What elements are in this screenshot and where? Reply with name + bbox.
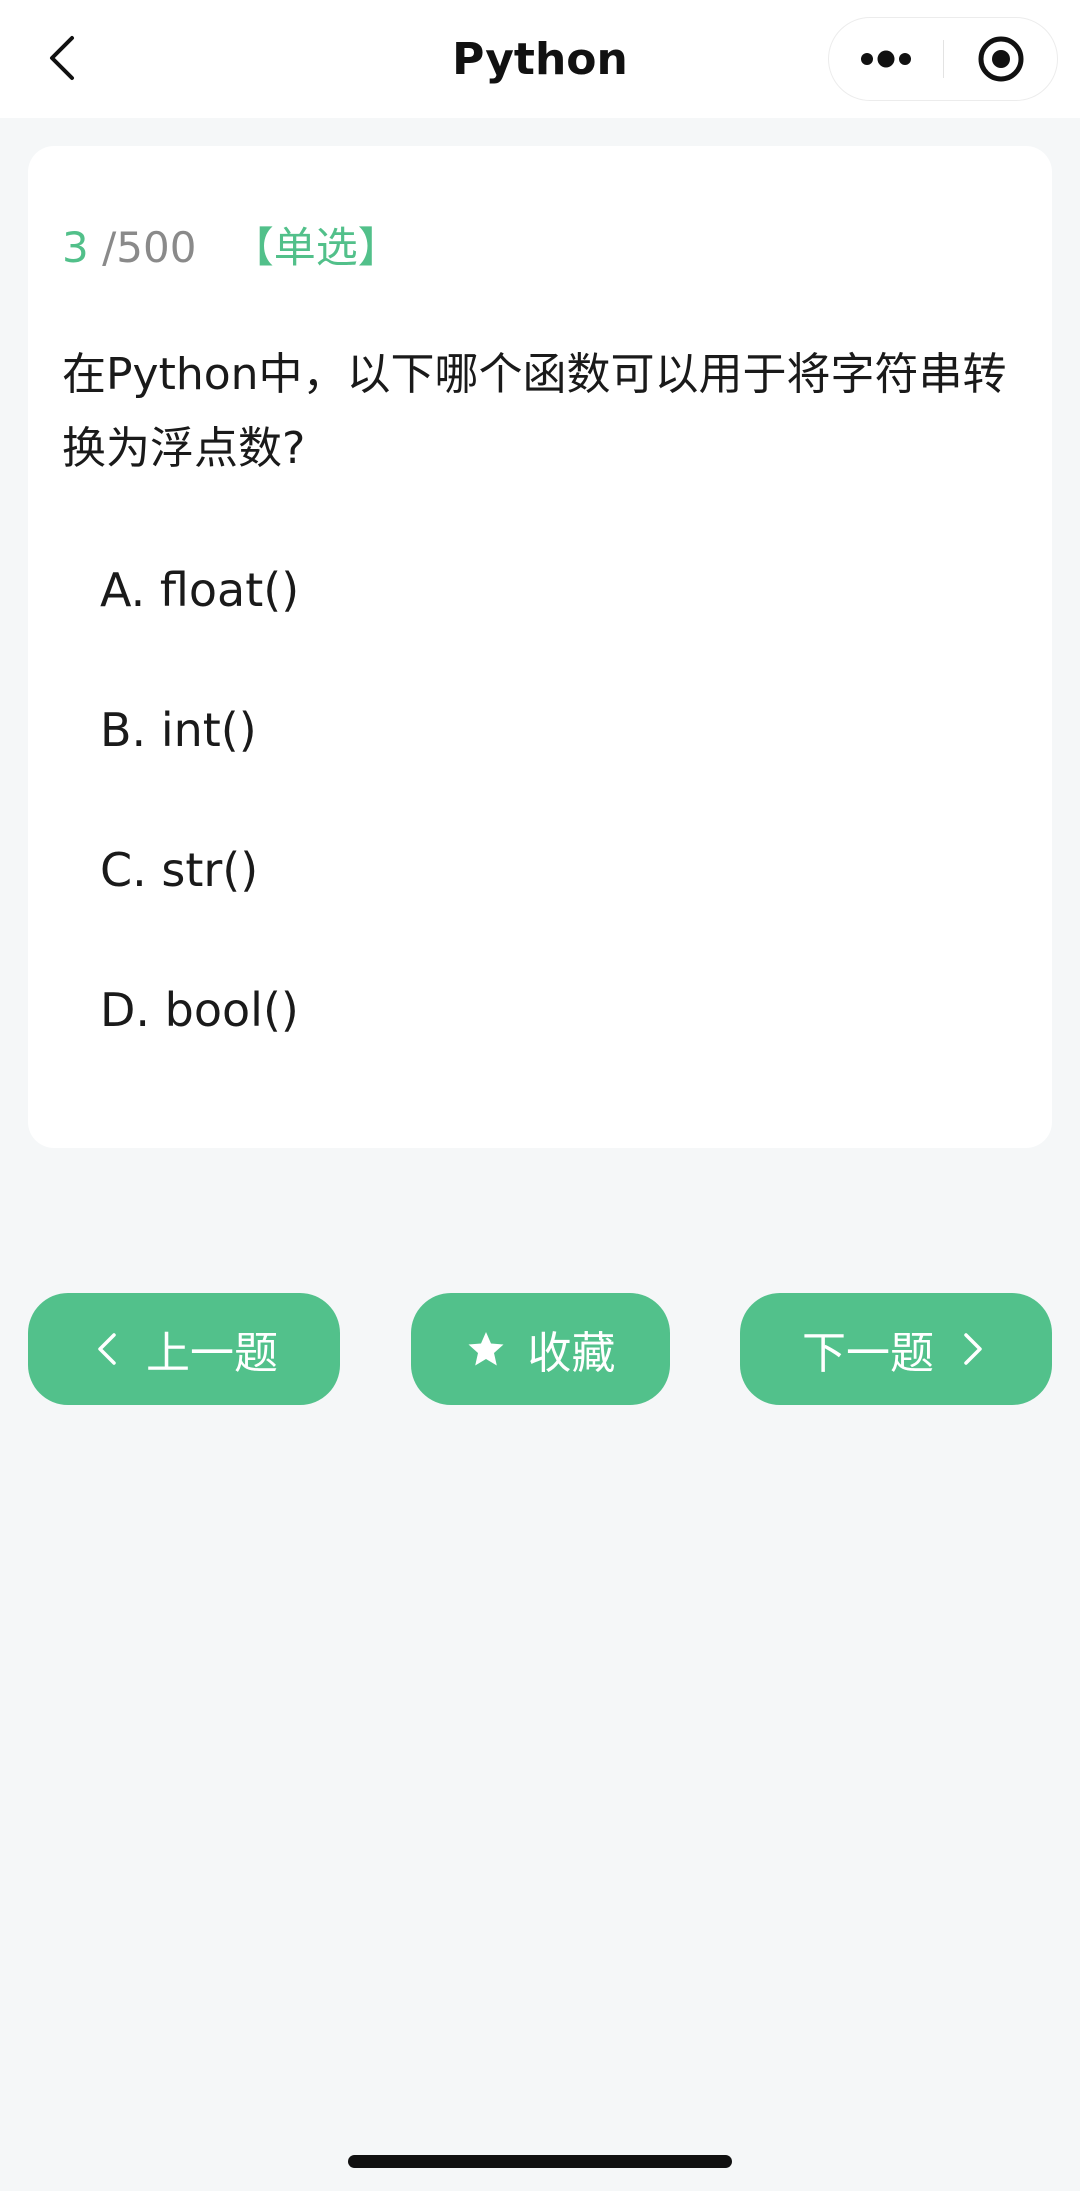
chevron-right-icon: [964, 1333, 982, 1365]
option-b[interactable]: B. int(): [100, 690, 1000, 770]
option-d[interactable]: D. bool(): [100, 970, 1000, 1050]
more-button[interactable]: [829, 18, 943, 100]
option-c[interactable]: C. str(): [100, 830, 1000, 910]
next-question-button[interactable]: 下一题: [740, 1293, 1052, 1405]
favorite-label: 收藏: [527, 1328, 616, 1379]
star-icon: [468, 1332, 503, 1366]
option-text: str(): [161, 843, 259, 897]
chevron-left-icon: [98, 1333, 116, 1365]
more-dots-icon: [861, 50, 911, 68]
option-text: int(): [160, 703, 257, 757]
home-indicator: [348, 2155, 732, 2168]
mini-program-capsule: [828, 17, 1058, 101]
option-letter: A.: [100, 563, 146, 617]
current-question-number: 3: [62, 223, 89, 272]
option-letter: C.: [100, 843, 147, 897]
previous-question-label: 上一题: [146, 1328, 278, 1379]
question-type-badge: 【单选】: [231, 223, 400, 272]
favorite-button[interactable]: 收藏: [411, 1293, 670, 1405]
question-progress: 3 /500 【单选】: [62, 218, 400, 278]
option-text: float(): [159, 563, 300, 617]
option-letter: B.: [100, 703, 147, 757]
option-text: bool(): [164, 983, 299, 1037]
target-circle-icon: [978, 36, 1024, 82]
option-a[interactable]: A. float(): [100, 550, 1000, 630]
option-letter: D.: [100, 983, 151, 1037]
total-question-count: /500: [102, 223, 197, 272]
close-button[interactable]: [944, 18, 1058, 100]
navigation-bar: Python: [0, 0, 1080, 118]
previous-question-button[interactable]: 上一题: [28, 1293, 340, 1405]
question-card: 3 /500 【单选】 在Python中，以下哪个函数可以用于将字符串转换为浮点…: [28, 146, 1052, 1148]
next-question-label: 下一题: [802, 1328, 934, 1379]
question-text: 在Python中，以下哪个函数可以用于将字符串转换为浮点数?: [62, 349, 1007, 474]
